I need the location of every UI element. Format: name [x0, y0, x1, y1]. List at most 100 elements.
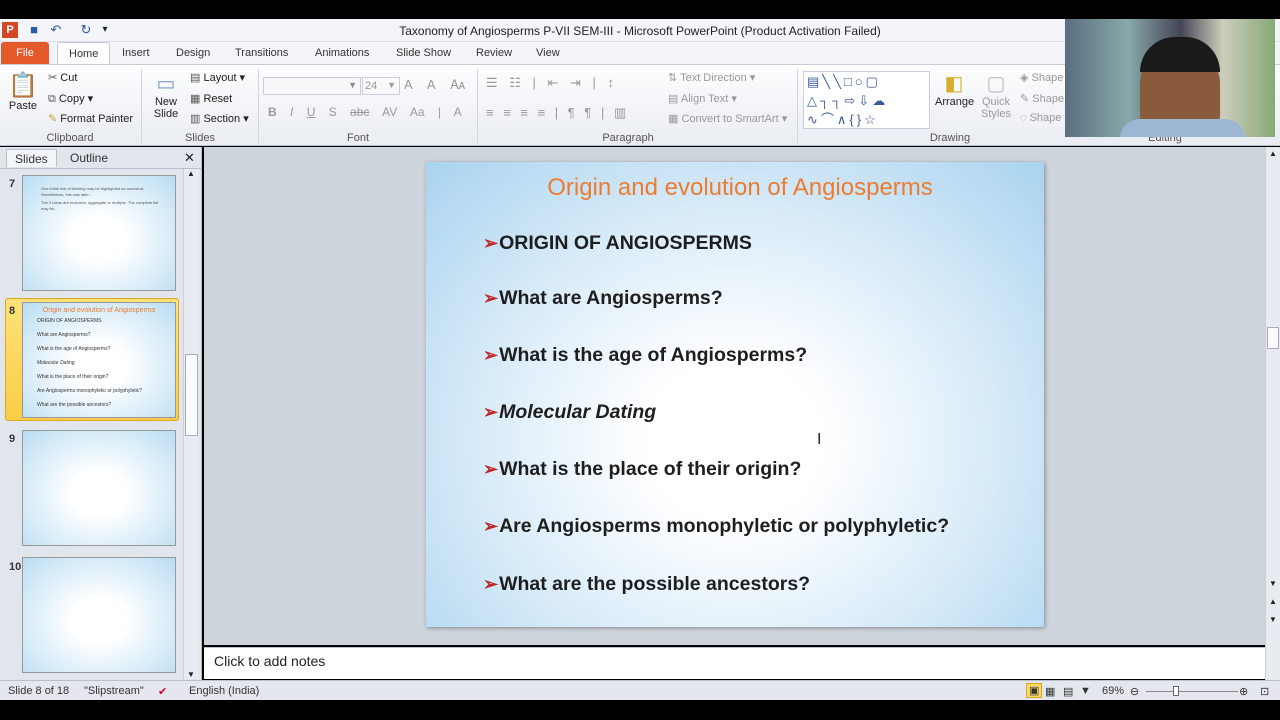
- section-button[interactable]: ▥ Section ▾: [190, 112, 249, 125]
- zoom-slider[interactable]: [1146, 691, 1238, 692]
- new-slide-button[interactable]: ▭ New Slide: [148, 71, 184, 120]
- bullet-text: What are Angiosperms?: [499, 287, 723, 309]
- scroll-down-icon[interactable]: ▼: [1269, 579, 1277, 588]
- previous-slide-icon[interactable]: ▲: [1269, 597, 1277, 606]
- next-slide-icon[interactable]: ▼: [1269, 615, 1277, 624]
- thumb-line: ORIGIN OF ANGIOSPERMS: [37, 318, 102, 324]
- notes-placeholder[interactable]: Click to add notes: [214, 653, 325, 669]
- notes-pane[interactable]: Click to add notes: [204, 647, 1265, 679]
- fit-to-window-icon[interactable]: ⊡: [1260, 685, 1269, 698]
- font-name-dropdown[interactable]: ▼: [263, 77, 361, 95]
- zoom-slider-thumb[interactable]: [1173, 686, 1180, 696]
- cut-button[interactable]: ✂ Cut: [48, 71, 77, 84]
- slide-title[interactable]: Origin and evolution of Angiosperms: [426, 174, 1054, 202]
- shapes-gallery[interactable]: ▤╲╲□○▢ △┐┐⇨⇩☁ ∿⌒∧{}☆: [803, 71, 930, 129]
- text-direction-button[interactable]: ⇅ Text Direction ▾: [668, 71, 755, 84]
- scroll-down-icon[interactable]: ▼: [187, 670, 195, 679]
- tab-home[interactable]: Home: [57, 42, 111, 64]
- tab-review[interactable]: Review: [465, 42, 523, 64]
- slide-thumbnail-9[interactable]: [22, 430, 176, 546]
- tab-slide-show[interactable]: Slide Show: [385, 42, 462, 64]
- shape-outline-label: Shape: [1032, 93, 1065, 105]
- zoom-level[interactable]: 69%: [1102, 685, 1124, 697]
- section-icon: ▥: [190, 113, 201, 125]
- layout-label: Layout: [203, 72, 237, 84]
- slide-bullet[interactable]: ➢What is the age of Angiosperms?: [483, 344, 807, 367]
- tab-outline[interactable]: Outline: [62, 149, 116, 167]
- tab-transitions[interactable]: Transitions: [224, 42, 299, 64]
- arrange-button[interactable]: ◧ Arrange: [935, 71, 975, 108]
- reading-view-icon[interactable]: ▤: [1063, 685, 1073, 698]
- bullet-text: Are Angiosperms monophyletic or polyphyl…: [499, 515, 950, 537]
- shape-fill-button[interactable]: ◈ Shape: [1020, 71, 1063, 84]
- scroll-up-icon[interactable]: ▲: [187, 169, 195, 178]
- scroll-thumb[interactable]: [185, 354, 198, 436]
- shape-effects-label: Shape: [1029, 112, 1062, 124]
- thumb-title: Origin and evolution of Angiosperms: [42, 307, 156, 314]
- tab-animations[interactable]: Animations: [304, 42, 380, 64]
- slide-bullet[interactable]: ➢What are Angiosperms?: [483, 287, 723, 310]
- slide-bullet[interactable]: ➢Molecular Dating: [483, 401, 656, 424]
- copy-button[interactable]: ⧉ Copy ▾: [48, 92, 93, 106]
- new-slide-icon: ▭: [156, 73, 176, 95]
- main-scrollbar[interactable]: ▲ ▼ ▲ ▼: [1265, 147, 1280, 680]
- close-pane-icon[interactable]: ✕: [184, 150, 195, 166]
- list-buttons[interactable]: ☰ ☷ | ⇤ ⇥ | ↕: [486, 75, 614, 91]
- slide-sorter-icon[interactable]: ▦: [1045, 685, 1055, 698]
- thumb-line: What is the place of their origin?: [37, 374, 109, 380]
- font-format-buttons[interactable]: B I U S abc AV Aa | A: [268, 105, 462, 119]
- layout-button[interactable]: ▤ Layout ▾: [190, 71, 245, 84]
- tab-view[interactable]: View: [525, 42, 571, 64]
- bullet-text: Molecular Dating: [499, 401, 657, 423]
- thumb-line: The 3 ideas are evolution, aggregate or …: [41, 200, 159, 211]
- slide-bullet[interactable]: ➢ORIGIN OF ANGIOSPERMS: [483, 232, 752, 255]
- theme-name[interactable]: "Slipstream": [84, 685, 144, 697]
- tab-design[interactable]: Design: [165, 42, 221, 64]
- tab-insert[interactable]: Insert: [111, 42, 161, 64]
- thumb-line: One initial line of thinking may be high…: [41, 186, 144, 197]
- align-text-button[interactable]: ▤ Align Text ▾: [668, 92, 737, 105]
- tab-slides[interactable]: Slides: [6, 149, 57, 167]
- slide-bullet[interactable]: ➢Are Angiosperms monophyletic or polyphy…: [483, 515, 949, 538]
- slide-thumbnail-8[interactable]: Origin and evolution of Angiosperms ORIG…: [22, 302, 176, 418]
- scroll-up-icon[interactable]: ▲: [1269, 149, 1277, 158]
- align-text-icon: ▤: [668, 93, 679, 105]
- thumb-line: Are Angiosperms monophyletic or polyphyl…: [37, 388, 143, 394]
- slide-bullet[interactable]: ➢What are the possible ancestors?: [483, 573, 810, 596]
- zoom-in-icon[interactable]: ⊕: [1239, 685, 1248, 698]
- quick-styles-button[interactable]: ▢ Quick Styles: [978, 71, 1014, 120]
- scroll-thumb[interactable]: [1267, 327, 1279, 349]
- font-size-dropdown[interactable]: 24 ▼: [362, 77, 400, 95]
- arrange-icon: ◧: [944, 73, 964, 95]
- section-label: Section: [203, 113, 241, 125]
- slide-thumbnail-7[interactable]: One initial line of thinking may be high…: [22, 175, 176, 291]
- slides-pane-scrollbar[interactable]: ▲ ▼: [183, 169, 199, 679]
- format-painter-button[interactable]: ✎ Format Painter: [48, 112, 133, 125]
- slide-thumbnail-10[interactable]: [22, 557, 176, 673]
- slide-show-icon[interactable]: ▼: [1080, 685, 1091, 697]
- presenter-shirt: [1120, 119, 1245, 137]
- paste-button[interactable]: 📋 Paste: [8, 71, 38, 112]
- alignment-buttons[interactable]: ≡ ≡ ≡ ≡ | ¶ ¶ | ▥: [486, 105, 626, 121]
- reset-label: Reset: [203, 93, 233, 105]
- clipboard-group-label: Clipboard: [46, 132, 94, 144]
- convert-smartart-button[interactable]: ▦ Convert to SmartArt ▾: [668, 112, 787, 125]
- zoom-out-icon[interactable]: ⊖: [1130, 685, 1139, 698]
- font-grow-shrink-icons[interactable]: A A 🗛: [404, 77, 471, 93]
- slide-canvas[interactable]: Origin and evolution of Angiosperms ➢ORI…: [426, 162, 1044, 627]
- tab-file[interactable]: File: [1, 42, 49, 64]
- language[interactable]: English (India): [189, 685, 259, 697]
- slides-pane: Slides Outline ✕ 7 One initial line of t…: [0, 147, 202, 680]
- paste-label: Paste: [8, 100, 38, 112]
- webcam-overlay: [1065, 19, 1275, 137]
- shape-outline-button[interactable]: ✎ Shape: [1020, 92, 1064, 105]
- bullet-text: What is the place of their origin?: [499, 458, 802, 480]
- spell-check-icon[interactable]: ✔: [158, 685, 167, 698]
- reset-button[interactable]: ▦ Reset: [190, 92, 232, 105]
- copy-icon: ⧉: [48, 93, 56, 105]
- arrange-label: Arrange: [935, 96, 975, 108]
- normal-view-icon[interactable]: ▣: [1026, 683, 1043, 698]
- slide-bullet[interactable]: ➢What is the place of their origin?: [483, 458, 801, 481]
- divider: [797, 69, 798, 143]
- shape-effects-button[interactable]: ◌ Shape: [1020, 112, 1061, 124]
